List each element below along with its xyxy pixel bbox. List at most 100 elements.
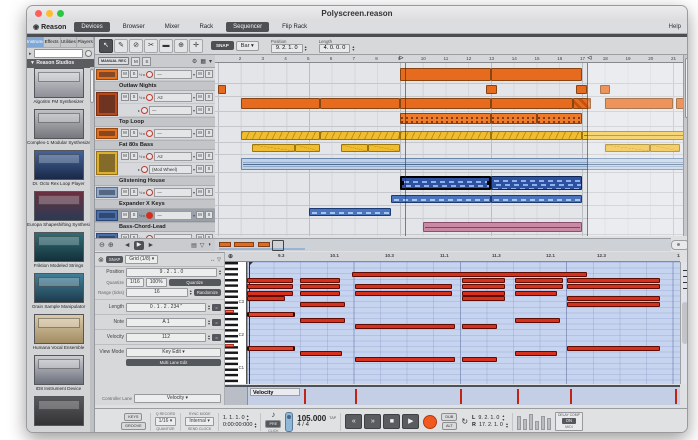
clip[interactable] [400, 131, 491, 140]
half-circle-icon[interactable]: ◑ [207, 242, 211, 249]
lane-delete-button[interactable]: X [205, 188, 213, 196]
device-item-complex-1-modular-synthesizer[interactable]: Complex-1 Modular Synthesizer [27, 109, 90, 149]
midi-note[interactable] [247, 346, 295, 351]
alt-button[interactable]: ALT [442, 422, 457, 430]
record-arm-button[interactable] [141, 166, 148, 173]
midi-note[interactable] [352, 272, 587, 277]
midi-note[interactable] [300, 291, 340, 296]
right-locator-flag[interactable]: ◁ [588, 55, 592, 61]
close-editor-icon[interactable]: ⊗ [98, 256, 104, 264]
view-mode-dropdown[interactable]: Key Edit ▾ [126, 348, 221, 357]
track[interactable]: MS½▸A2▾MX▸(Mod Wheel)▾MX [95, 150, 215, 177]
device-item-friktion-modeled-strings[interactable]: Friktion Modeled Strings [27, 232, 90, 272]
lanes-icon[interactable]: ▦ [200, 58, 206, 65]
clip[interactable] [491, 68, 582, 81]
midi-note[interactable] [300, 278, 340, 283]
master-solo-button[interactable]: S [142, 57, 151, 66]
right-locator-stepper[interactable]: ▴▾ [506, 422, 508, 429]
clip[interactable] [400, 113, 491, 124]
track-mute-button[interactable]: M [121, 129, 129, 137]
velocity-stem[interactable] [460, 389, 462, 404]
reason-logo[interactable]: ◉ Reason [33, 23, 66, 31]
manual-rec-button[interactable]: MANUAL REC [98, 57, 129, 65]
range-stepper[interactable]: ▴▾ [190, 289, 192, 296]
dub-button[interactable]: DUB [441, 413, 457, 421]
midi-note[interactable] [355, 284, 452, 289]
tap-tempo-button[interactable]: TAP [329, 415, 336, 422]
lane-delete-button[interactable]: X [205, 93, 213, 101]
velocity-stem[interactable] [355, 389, 357, 404]
clip[interactable] [486, 85, 496, 94]
hand-tool[interactable]: ✛ [189, 39, 203, 53]
device-item[interactable] [27, 396, 90, 433]
midi-note[interactable] [515, 318, 560, 323]
track-solo-button[interactable]: S [130, 93, 138, 101]
expand-icon[interactable]: ▸ [143, 72, 145, 77]
click-level-fader[interactable] [285, 412, 293, 432]
lane-delete-button[interactable]: X [205, 129, 213, 137]
lane-delete-button[interactable]: X [205, 211, 213, 219]
track-solo-button[interactable]: S [130, 129, 138, 137]
song-position-bars[interactable]: 1. 1. 1. 0 [223, 415, 245, 421]
length-value-field[interactable]: 0 . 1 . 2 . 234 ″ [126, 303, 206, 312]
clip[interactable] [309, 208, 391, 216]
help-button[interactable]: Help [669, 24, 681, 30]
track-mute-button[interactable]: M [121, 211, 129, 219]
clip[interactable] [491, 176, 582, 190]
clip[interactable] [400, 176, 491, 190]
midi-note[interactable] [247, 296, 285, 301]
lane-mute-button[interactable]: M [196, 129, 204, 137]
track-solo-button[interactable]: S [130, 152, 138, 160]
keys-button[interactable]: KEYS [124, 413, 142, 421]
clip[interactable] [252, 144, 295, 152]
clip[interactable] [295, 144, 320, 152]
fast-forward-button[interactable]: » [364, 414, 381, 429]
lane-chevron-icon[interactable]: ▾ [193, 154, 195, 159]
midi-note[interactable] [247, 312, 295, 317]
randomize-button[interactable]: Randomize [194, 289, 221, 296]
left-locator-flag[interactable]: ▷ [400, 55, 404, 61]
browser-tab-utilities[interactable]: Utilities [61, 37, 78, 47]
device-item-algoritm-fm-synthesizer[interactable]: Algoritm FM Synthesizer [27, 68, 90, 108]
editor-grid-dropdown[interactable]: Grid (1/8) ▾ [125, 255, 158, 264]
clip[interactable] [423, 222, 582, 232]
tempo-value[interactable]: 105.000 [297, 415, 326, 422]
expand-icon[interactable]: ▸ [143, 95, 145, 100]
clip[interactable] [400, 98, 491, 109]
midi-note[interactable] [567, 278, 660, 283]
midi-note[interactable] [567, 296, 660, 301]
clip[interactable] [320, 131, 400, 140]
expand-icon[interactable]: ▸ [143, 213, 145, 218]
clip[interactable] [537, 113, 583, 124]
pos-time-stepper[interactable]: ▴▾ [254, 422, 256, 429]
midi-note[interactable] [355, 324, 455, 329]
midi-note[interactable] [300, 302, 345, 307]
lane-mute-button[interactable]: M [196, 106, 204, 114]
velocity-lane[interactable]: Velocity [225, 385, 680, 405]
clip[interactable] [400, 68, 491, 81]
quantize-button[interactable]: Quantize [169, 279, 221, 286]
quantize-amount-dropdown[interactable]: 100% [146, 278, 167, 287]
snap-toggle-button[interactable]: SNAP [211, 41, 234, 50]
lane-mute-button[interactable]: M [196, 211, 204, 219]
midi-note[interactable] [300, 318, 345, 323]
quantize-value-dropdown[interactable]: 1/16 [126, 278, 144, 287]
time-signature[interactable]: 4 / 4 [297, 422, 326, 429]
lane-delete-button[interactable]: X [205, 106, 213, 114]
razor-tool[interactable]: ✂ [144, 39, 158, 53]
track[interactable]: MS½▸—▾MX [95, 209, 215, 223]
clip[interactable] [491, 113, 537, 124]
clip[interactable] [218, 85, 226, 94]
follow-song-button[interactable]: ▶ [134, 241, 145, 250]
pre-button[interactable]: PRE [265, 420, 281, 428]
h-arrows-icon[interactable]: ↔ [210, 257, 215, 263]
midi-note[interactable] [515, 284, 563, 289]
clip[interactable] [576, 85, 586, 94]
midi-note[interactable] [462, 324, 497, 329]
editor-minimap[interactable] [680, 262, 688, 384]
expand-icon[interactable]: ▸ [138, 167, 140, 172]
track[interactable]: MS½▸A2▾MX▸—▾MX [95, 91, 215, 118]
track[interactable]: MS½▸—▾MX [95, 68, 215, 82]
midi-note[interactable] [567, 346, 660, 351]
browser-scrollbar[interactable] [90, 67, 94, 433]
